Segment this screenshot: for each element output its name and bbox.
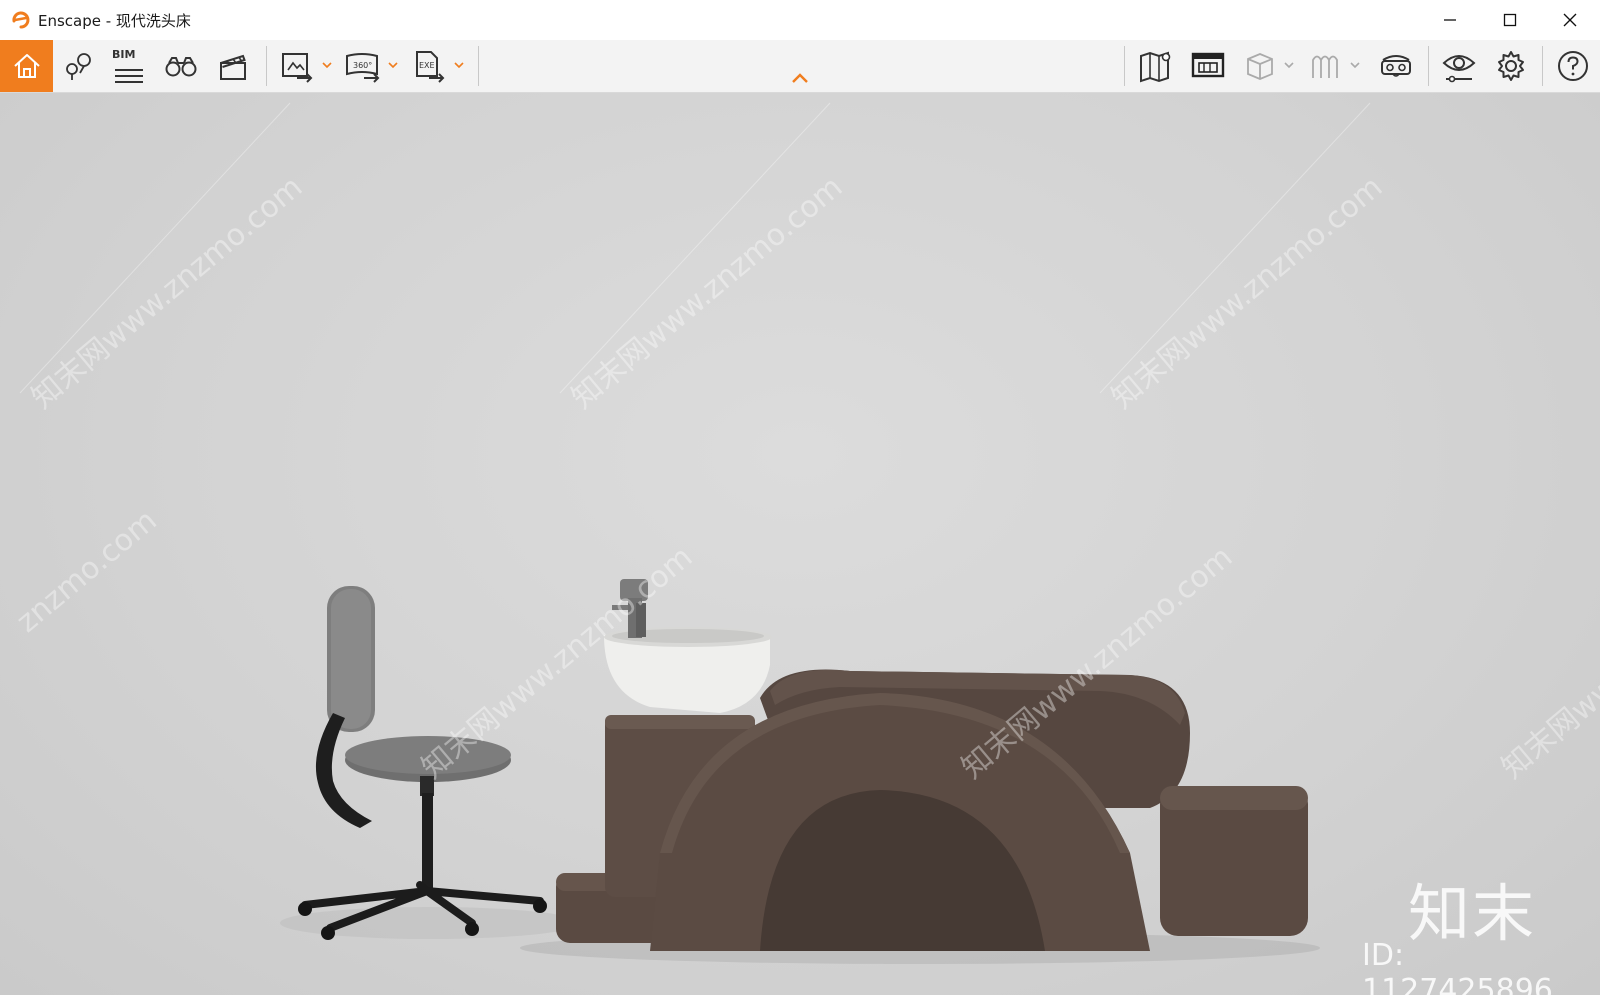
window-controls — [1420, 0, 1600, 40]
panorama-label: 360° — [353, 61, 372, 70]
export-panorama-button[interactable]: 360° — [342, 40, 384, 92]
close-icon — [1563, 13, 1577, 27]
toggle-toolbar-button[interactable] — [786, 40, 814, 92]
gear-icon — [1498, 51, 1524, 81]
asset-library-dropdown[interactable] — [1348, 58, 1362, 72]
caster-wheel — [533, 899, 547, 913]
settings-button[interactable] — [1488, 40, 1534, 92]
enscape-window: Enscape - 现代洗头床 BIM 360° EXE 知末网www.znzm… — [0, 0, 1600, 995]
toolbar-separator — [1428, 46, 1429, 86]
export-exe-icon: EXE — [416, 51, 445, 83]
vr-headset-button[interactable] — [1372, 40, 1420, 92]
exe-label: EXE — [419, 61, 435, 70]
render-viewport[interactable]: 知末网www.znzmo.com 知末网www.znzmo.com 知末网www… — [0, 93, 1600, 995]
screen-button[interactable] — [1186, 40, 1230, 92]
chevron-down-icon — [388, 62, 398, 69]
toolbar-separator — [478, 46, 479, 86]
location-pins-icon — [66, 53, 91, 80]
views-button[interactable] — [56, 40, 102, 92]
cube-icon — [1247, 53, 1273, 80]
home-icon — [13, 54, 40, 78]
video-editor-button[interactable] — [210, 40, 256, 92]
caster-wheel — [298, 902, 312, 916]
bim-button[interactable]: BIM — [106, 40, 152, 92]
window-title: Enscape - 现代洗头床 — [38, 11, 191, 30]
toolbar-separator — [1542, 46, 1543, 86]
cube-button[interactable] — [1238, 40, 1282, 92]
export-360-icon: 360° — [346, 53, 380, 83]
chevron-down-icon — [1284, 62, 1294, 69]
binoculars-button[interactable] — [158, 40, 204, 92]
watermark-id: ID: 1127425896 — [1362, 938, 1553, 995]
clapperboard-icon — [220, 54, 246, 80]
caster-wheel — [321, 926, 335, 940]
chair-column — [422, 793, 433, 893]
maximize-button[interactable] — [1480, 0, 1540, 40]
asset-library-button[interactable] — [1304, 40, 1348, 92]
help-button[interactable] — [1550, 40, 1596, 92]
toolbar-separator — [266, 46, 267, 86]
bim-label: BIM — [112, 48, 136, 61]
maximize-icon — [1503, 13, 1517, 27]
toolbar-separator — [1124, 46, 1125, 86]
home-button[interactable] — [0, 40, 53, 92]
chevron-up-icon — [792, 73, 808, 83]
binoculars-icon — [165, 57, 197, 77]
caster-wheel — [465, 922, 479, 936]
export-image-button[interactable] — [276, 40, 318, 92]
enscape-logo-icon — [10, 9, 32, 31]
asset-library-icon — [1312, 55, 1338, 78]
export-exe-button[interactable]: EXE — [408, 40, 450, 92]
monitor-icon — [1191, 52, 1225, 78]
cube-dropdown[interactable] — [1282, 58, 1296, 72]
close-button[interactable] — [1540, 0, 1600, 40]
visual-settings-button[interactable] — [1436, 40, 1482, 92]
title-bar[interactable]: Enscape - 现代洗头床 — [0, 0, 1600, 41]
map-button[interactable] — [1134, 40, 1178, 92]
eye-icon — [1442, 55, 1476, 83]
chevron-down-icon — [454, 62, 464, 69]
minimize-icon — [1444, 19, 1456, 21]
export-image-icon — [282, 53, 313, 83]
chevron-down-icon — [1350, 62, 1360, 69]
minimize-button[interactable] — [1420, 0, 1480, 40]
export-image-dropdown[interactable] — [320, 58, 334, 72]
export-panorama-dropdown[interactable] — [386, 58, 400, 72]
main-toolbar: BIM 360° EXE — [0, 40, 1600, 93]
chevron-down-icon — [322, 62, 332, 69]
shampoo-bed — [556, 579, 1308, 951]
export-exe-dropdown[interactable] — [452, 58, 466, 72]
map-icon — [1140, 51, 1171, 83]
vr-headset-icon — [1381, 55, 1411, 77]
help-icon — [1558, 51, 1588, 81]
